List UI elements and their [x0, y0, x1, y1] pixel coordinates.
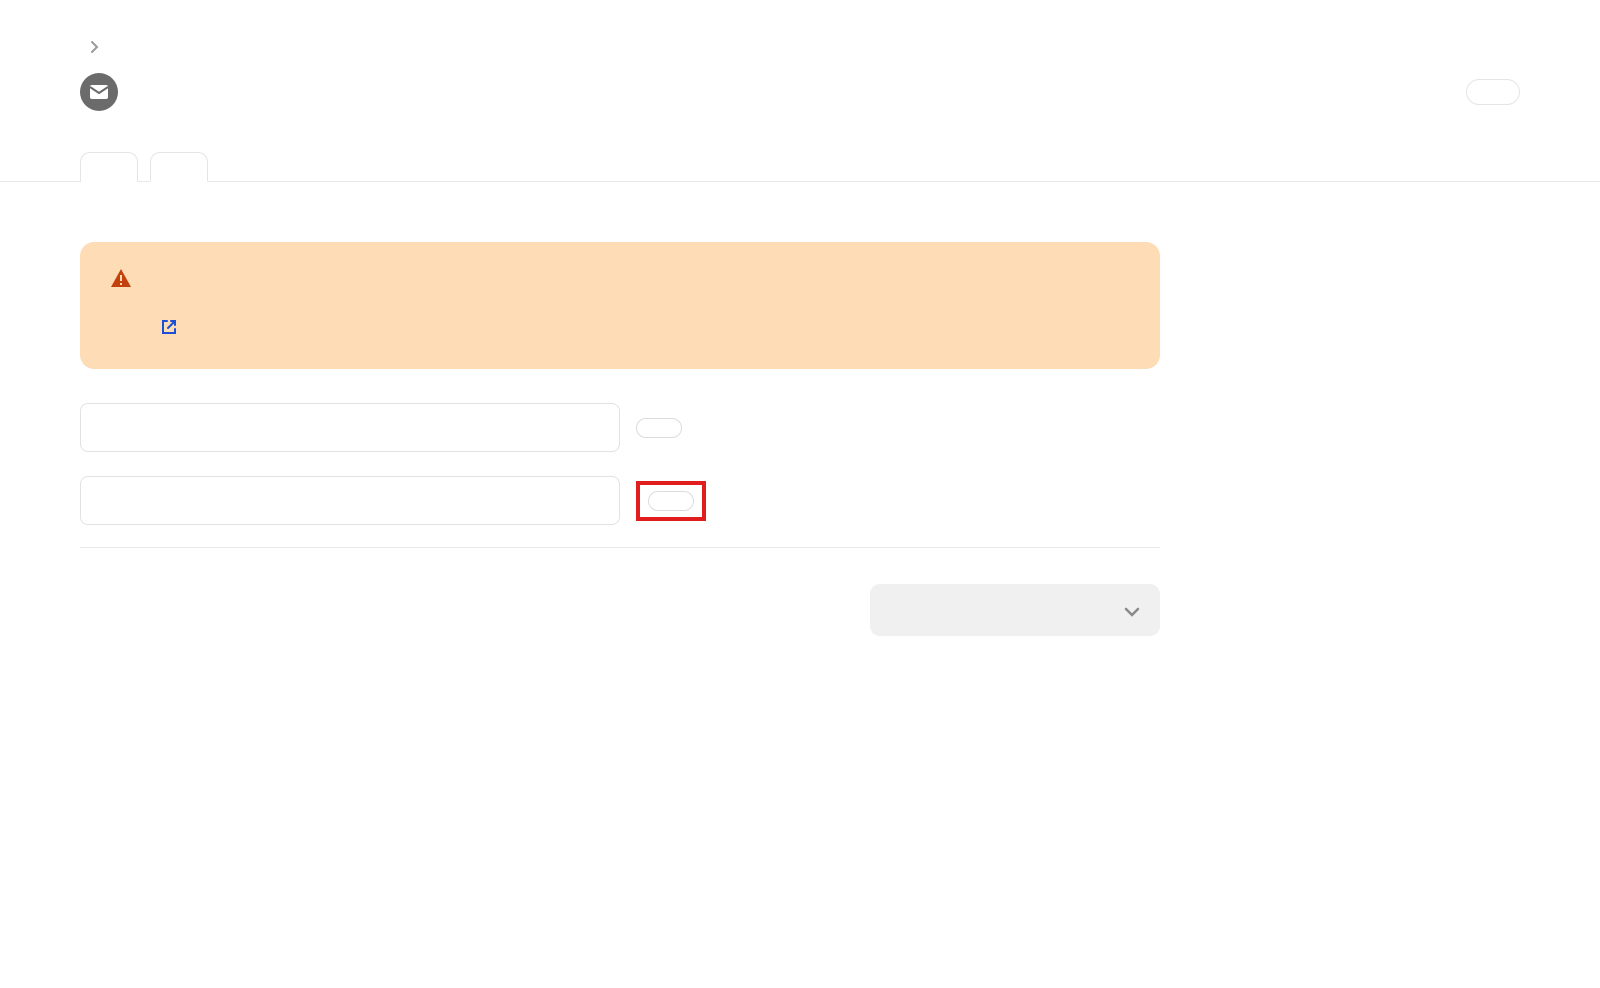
copy-forward-button[interactable] [648, 491, 694, 511]
tab-routing[interactable] [80, 152, 138, 182]
delete-channel-button[interactable] [1466, 79, 1520, 105]
edit-address-button[interactable] [636, 418, 682, 438]
tabs [0, 151, 1600, 182]
external-link-icon [160, 318, 178, 341]
address-input[interactable] [80, 403, 620, 452]
chevron-right-icon [90, 38, 100, 59]
forward-input[interactable] [80, 476, 620, 525]
mail-icon [80, 73, 118, 111]
undo-send-select[interactable] [870, 584, 1160, 636]
chevron-down-icon [1124, 598, 1140, 622]
view-setup-instructions-link[interactable] [150, 318, 178, 341]
breadcrumb [80, 38, 1520, 59]
validation-alert [80, 242, 1160, 369]
copy-highlight [636, 481, 706, 521]
tab-settings[interactable] [150, 152, 208, 182]
warning-icon [110, 268, 132, 292]
section-divider [80, 547, 1160, 548]
